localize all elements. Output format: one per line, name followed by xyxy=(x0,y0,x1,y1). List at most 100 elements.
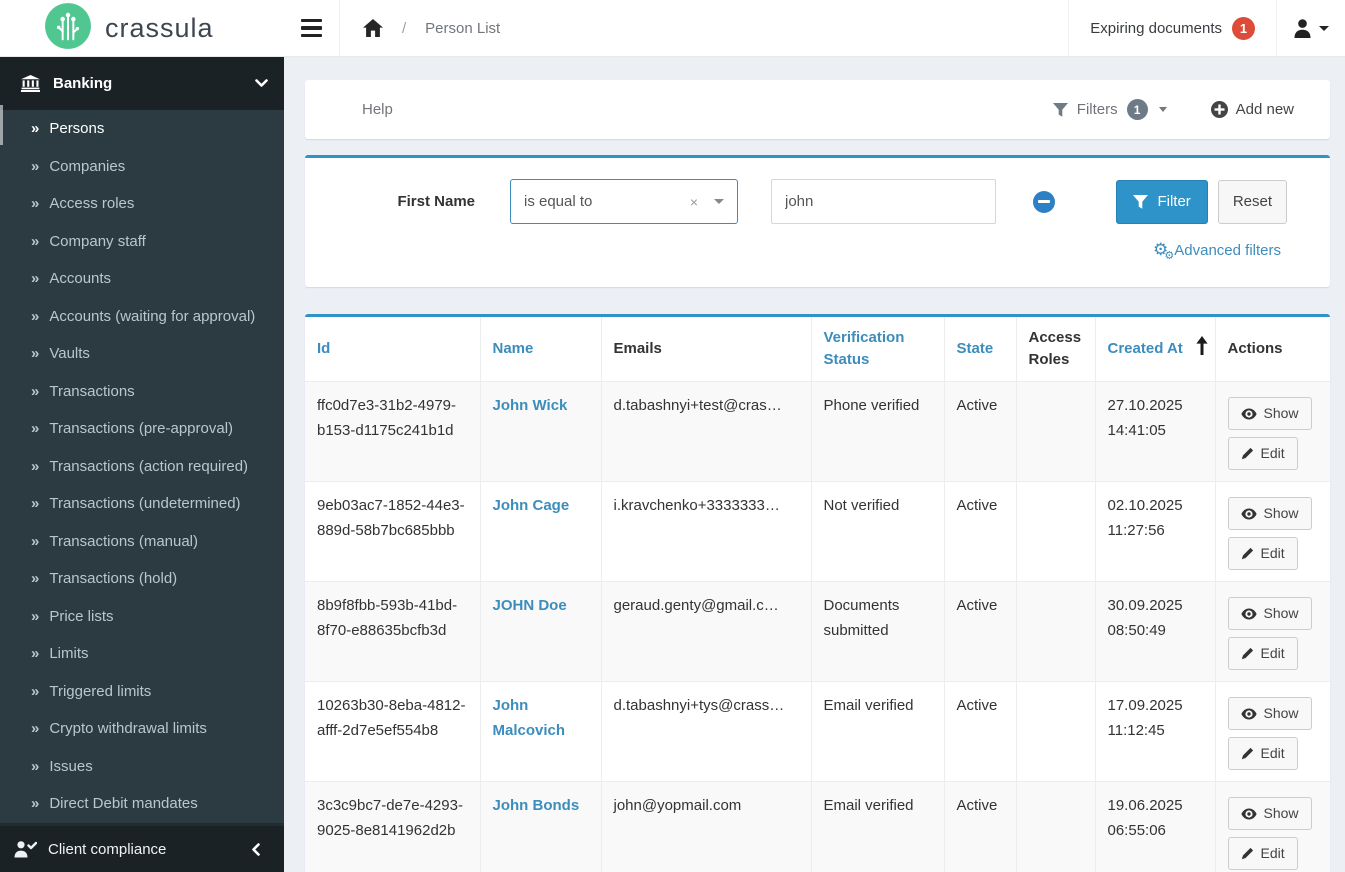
sidebar-item-label: Transactions (action required) xyxy=(49,457,249,475)
show-button[interactable]: Show xyxy=(1227,497,1312,530)
double-chevron-right-icon: » xyxy=(31,307,39,325)
double-chevron-right-icon: » xyxy=(31,757,39,775)
eye-icon xyxy=(1240,508,1257,520)
sidebar-item[interactable]: » Access roles xyxy=(0,185,284,223)
advanced-filters-link[interactable]: ⚙ ⚙ Advanced filters xyxy=(1153,240,1281,262)
expiring-documents-link[interactable]: Expiring documents 1 xyxy=(1068,0,1277,56)
sidebar-section-label: Banking xyxy=(53,75,113,92)
person-name-link[interactable]: John Cage xyxy=(493,497,570,514)
sidebar-item[interactable]: » Issues xyxy=(0,748,284,786)
sidebar-item[interactable]: » Accounts xyxy=(0,260,284,298)
topbar-main: / Person List Expiring documents 1 xyxy=(284,0,1345,56)
cell-access-roles xyxy=(1016,781,1096,872)
add-new-button[interactable]: Add new xyxy=(1210,101,1294,118)
person-name-link[interactable]: John Wick xyxy=(493,397,568,414)
column-header-created-at[interactable]: Created At xyxy=(1095,317,1216,382)
sidebar-item[interactable]: » Price lists xyxy=(0,598,284,636)
edit-button[interactable]: Edit xyxy=(1227,537,1298,570)
filters-dropdown[interactable]: Filters 1 xyxy=(1052,99,1167,120)
cell-access-roles xyxy=(1016,581,1096,682)
chevron-left-icon xyxy=(251,842,260,856)
sidebar-scrollbar-thumb[interactable] xyxy=(0,105,3,145)
column-header-state[interactable]: State xyxy=(944,317,1017,382)
double-chevron-right-icon: » xyxy=(31,270,39,287)
cell-email: d.tabashnyi+tys@crass… xyxy=(601,681,812,782)
person-name-link[interactable]: John Bonds xyxy=(493,797,580,814)
sidebar-item[interactable]: » Transactions (pre-approval) xyxy=(0,410,284,448)
remove-filter-button[interactable] xyxy=(1033,190,1055,213)
sidebar-item[interactable]: » Transactions (action required) xyxy=(0,448,284,486)
cell-access-roles xyxy=(1016,481,1096,582)
breadcrumb-separator: / xyxy=(402,19,407,37)
clear-selection-icon[interactable]: × xyxy=(680,194,708,210)
sidebar-item[interactable]: » Direct Debit mandates xyxy=(0,785,284,823)
edit-button[interactable]: Edit xyxy=(1227,637,1298,670)
persons-table: Id Name Emails Verification Status State… xyxy=(305,317,1330,872)
gears-icon: ⚙ ⚙ xyxy=(1153,240,1175,262)
cell-actions: Show Edit xyxy=(1215,681,1330,782)
home-icon[interactable] xyxy=(363,19,383,37)
filter-value-input[interactable] xyxy=(771,179,996,224)
sidebar-toggle-button[interactable] xyxy=(284,0,340,56)
person-name-link[interactable]: JOHN Doe xyxy=(493,597,567,614)
crassula-logo-icon xyxy=(44,2,92,55)
show-button[interactable]: Show xyxy=(1227,597,1312,630)
sidebar-item[interactable]: » Transactions xyxy=(0,373,284,411)
sidebar-item[interactable]: » Company staff xyxy=(0,223,284,261)
column-header-emails: Emails xyxy=(601,317,812,382)
select-caret-icon xyxy=(714,199,724,204)
sidebar-item[interactable]: » Vaults xyxy=(0,335,284,373)
expiring-documents-label: Expiring documents xyxy=(1090,19,1222,37)
user-menu[interactable] xyxy=(1277,0,1345,56)
cell-state: Active xyxy=(944,681,1017,782)
cell-verification-status: Email verified xyxy=(811,681,945,782)
pencil-icon xyxy=(1241,747,1254,760)
sidebar-item[interactable]: » Companies xyxy=(0,148,284,186)
toolbar-card: Help Filters 1 Add new xyxy=(305,80,1330,139)
show-button[interactable]: Show xyxy=(1227,797,1312,830)
sidebar-item-label: Limits xyxy=(49,645,89,662)
double-chevron-right-icon: » xyxy=(31,682,39,700)
cell-actions: Show Edit xyxy=(1215,481,1330,582)
cell-actions: Show Edit xyxy=(1215,781,1330,872)
help-link[interactable]: Help xyxy=(362,101,393,118)
sidebar-item[interactable]: » Transactions (manual) xyxy=(0,523,284,561)
pencil-icon xyxy=(1241,847,1254,860)
sidebar-item[interactable]: » Transactions (hold) xyxy=(0,560,284,598)
show-button[interactable]: Show xyxy=(1227,397,1312,430)
cell-access-roles xyxy=(1016,381,1096,482)
sidebar-item[interactable]: » Accounts (waiting for approval) xyxy=(0,298,284,336)
filter-button[interactable]: Filter xyxy=(1116,179,1208,224)
user-icon xyxy=(1294,18,1311,38)
cell-name: John Wick xyxy=(480,381,602,482)
edit-button[interactable]: Edit xyxy=(1227,437,1298,470)
funnel-icon xyxy=(1052,102,1068,117)
sidebar-item[interactable]: » Limits xyxy=(0,635,284,673)
cell-name: John Cage xyxy=(480,481,602,582)
cell-verification-status: Email verified xyxy=(811,781,945,872)
show-button[interactable]: Show xyxy=(1227,697,1312,730)
double-chevron-right-icon: » xyxy=(31,495,39,512)
column-header-verification-status[interactable]: Verification Status xyxy=(811,317,945,382)
column-header-name[interactable]: Name xyxy=(480,317,602,382)
operator-select[interactable]: is equal to × xyxy=(510,179,738,224)
sidebar-item[interactable]: » Transactions (undetermined) xyxy=(0,485,284,523)
brand-name: crassula xyxy=(105,12,214,43)
sidebar-section-client-compliance[interactable]: Client compliance xyxy=(0,826,284,872)
sidebar-item[interactable]: » Crypto withdrawal limits xyxy=(0,710,284,748)
column-header-id[interactable]: Id xyxy=(305,317,481,382)
sidebar-item-label: Issues xyxy=(49,757,93,775)
sidebar-section-banking[interactable]: Banking xyxy=(0,57,284,110)
double-chevron-right-icon: » xyxy=(31,420,39,437)
edit-button[interactable]: Edit xyxy=(1227,737,1298,770)
person-name-link[interactable]: John Malcovich xyxy=(493,697,566,739)
sidebar-item[interactable]: » Triggered limits xyxy=(0,673,284,711)
app-logo[interactable]: crassula xyxy=(0,0,284,56)
reset-button[interactable]: Reset xyxy=(1217,179,1287,224)
sidebar-item[interactable]: » Persons xyxy=(0,110,284,148)
main-content: Help Filters 1 Add new First Name is equ… xyxy=(284,57,1345,872)
edit-button[interactable]: Edit xyxy=(1227,837,1298,870)
filters-label: Filters xyxy=(1076,101,1118,118)
chevron-down-icon xyxy=(1318,25,1329,31)
cell-name: John Bonds xyxy=(480,781,602,872)
